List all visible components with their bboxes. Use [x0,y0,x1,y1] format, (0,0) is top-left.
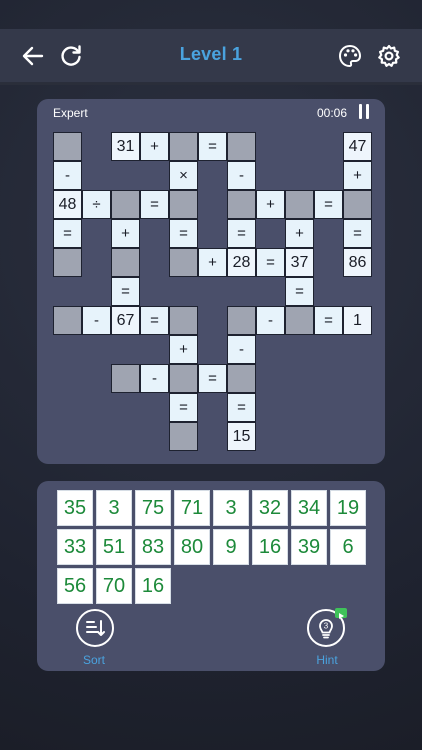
video-ad-badge [335,608,347,619]
number-cell: 31 [111,132,140,161]
operator-cell: = [169,393,198,422]
number-tile[interactable]: 83 [135,529,171,565]
number-tile[interactable]: 51 [96,529,132,565]
hint-label: Hint [316,653,338,667]
settings-gear-icon[interactable] [376,43,402,69]
operator-cell: = [140,306,169,335]
operator-cell: + [111,219,140,248]
hint-count: 3 [324,622,329,631]
play-icon [339,613,344,619]
empty-cell[interactable] [285,306,314,335]
operator-cell: + [285,219,314,248]
pause-bar-left [359,104,362,119]
number-cell: 1 [343,306,372,335]
operator-cell: = [227,393,256,422]
number-tile[interactable]: 34 [291,490,327,526]
number-cell: 47 [343,132,372,161]
number-tile[interactable]: 16 [252,529,288,565]
number-cell: 15 [227,422,256,451]
operator-cell: + [169,335,198,364]
number-tile[interactable]: 75 [135,490,171,526]
operator-cell: = [314,190,343,219]
number-tile[interactable]: 3 [96,490,132,526]
operator-cell: = [314,306,343,335]
empty-cell[interactable] [53,306,82,335]
number-tile[interactable]: 16 [135,568,171,604]
empty-cell[interactable] [169,248,198,277]
operator-cell: ÷ [82,190,111,219]
number-cell: 86 [343,248,372,277]
empty-cell[interactable] [169,422,198,451]
operator-cell: - [227,335,256,364]
sort-icon [86,620,105,636]
number-tile[interactable]: 39 [291,529,327,565]
operator-cell: = [198,364,227,393]
palette-icon[interactable] [337,43,363,69]
empty-cell[interactable] [169,190,198,219]
operator-cell: - [140,364,169,393]
operator-cell: - [82,306,111,335]
number-cell: 67 [111,306,140,335]
empty-cell[interactable] [111,248,140,277]
operator-cell: = [256,248,285,277]
empty-cell[interactable] [169,364,198,393]
empty-cell[interactable] [111,364,140,393]
number-tile[interactable]: 71 [174,490,210,526]
operator-cell: + [198,248,227,277]
operator-cell: - [53,161,82,190]
sort-button[interactable] [76,609,114,647]
operator-cell: + [343,161,372,190]
operator-cell: + [140,132,169,161]
sort-label: Sort [82,653,105,667]
number-cell: 28 [227,248,256,277]
board-panel: Expert 00:06 31 + = 47- × - +48 ÷ = + = = + = = + = +28 = 3… [37,99,385,464]
operator-cell: = [140,190,169,219]
number-cell: 48 [53,190,82,219]
operator-cell: = [343,219,372,248]
top-bar: Level 1 [0,29,422,83]
empty-cell[interactable] [285,190,314,219]
difficulty-label: Expert [53,106,88,120]
operator-cell: = [111,277,140,306]
operator-cell: × [169,161,198,190]
empty-cell[interactable] [169,306,198,335]
number-tile[interactable]: 35 [57,490,93,526]
number-tile[interactable]: 80 [174,529,210,565]
pause-button[interactable] [357,104,371,120]
operator-cell: - [256,306,285,335]
empty-cell[interactable] [169,132,198,161]
empty-cell[interactable] [227,306,256,335]
number-tile[interactable]: 3 [213,490,249,526]
empty-cell[interactable] [111,190,140,219]
operator-cell: + [256,190,285,219]
operator-cell: = [53,219,82,248]
number-tile[interactable]: 32 [252,490,288,526]
empty-cell[interactable] [227,190,256,219]
operator-cell: = [169,219,198,248]
empty-cell[interactable] [53,132,82,161]
number-tile[interactable]: 70 [96,568,132,604]
operator-cell: = [227,219,256,248]
number-bank-panel: 35 3 75 71 3 32 34 19 33 51 83 80 9 16 39 6 56 70 16 Sort … [37,481,385,671]
number-tile[interactable]: 6 [330,529,366,565]
empty-cell[interactable] [343,190,372,219]
pause-bar-right [366,104,369,119]
number-tile[interactable]: 56 [57,568,93,604]
number-tile[interactable]: 19 [330,490,366,526]
timer: 00:06 [316,106,347,120]
empty-cell[interactable] [227,364,256,393]
empty-cell[interactable] [53,248,82,277]
operator-cell: = [198,132,227,161]
operator-cell: - [227,161,256,190]
number-tile[interactable]: 9 [213,529,249,565]
operator-cell: = [285,277,314,306]
empty-cell[interactable] [227,132,256,161]
number-tile[interactable]: 33 [57,529,93,565]
header-divider [0,83,422,85]
number-cell: 37 [285,248,314,277]
